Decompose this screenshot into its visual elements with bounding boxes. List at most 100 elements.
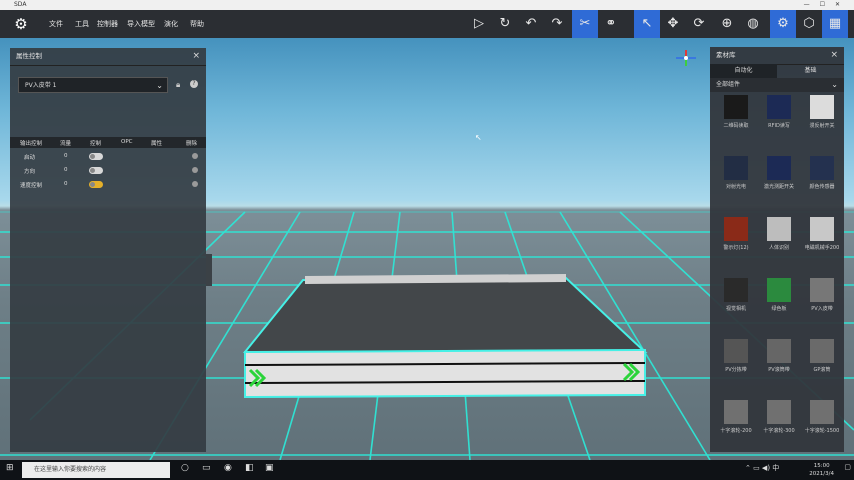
library-item-thumbnail xyxy=(810,400,834,424)
library-panel-header: 素材库 × xyxy=(710,47,844,65)
app-icon[interactable]: ◧ xyxy=(245,463,254,473)
target-icon[interactable]: ⊕ xyxy=(714,10,740,38)
library-item[interactable]: 人体识别 xyxy=(759,217,799,273)
cube-icon[interactable]: ⬡ xyxy=(796,10,822,38)
tray-icons[interactable]: ⌃ ▭ ◀) 中 xyxy=(745,463,779,473)
col-delete: 删除 xyxy=(186,141,198,147)
library-item[interactable]: 十字滚轮-200 xyxy=(716,400,756,452)
taskbar-search[interactable]: 在这里输入你要搜索的内容 xyxy=(22,462,170,478)
conveyor-model[interactable] xyxy=(242,274,648,399)
library-item[interactable]: PV入皮带 xyxy=(802,278,842,334)
chevron-down-icon: ⌄ xyxy=(831,80,838,89)
library-item-label: RFID读写 xyxy=(768,123,790,129)
window-controls[interactable]: —☐✕ xyxy=(804,0,850,10)
properties-panel-title: 属性控制 xyxy=(16,52,42,60)
library-item[interactable]: 十字滚轮-1500 xyxy=(802,400,842,452)
grid-icon[interactable]: ▦ xyxy=(822,10,848,38)
object-select-value: PV入皮带 1 xyxy=(25,82,57,89)
app-icon[interactable]: ◉ xyxy=(224,463,232,473)
close-icon[interactable]: ✕ xyxy=(835,1,850,8)
library-item[interactable]: PV滚筒带 xyxy=(759,339,799,395)
library-item[interactable]: 二维码读取 xyxy=(716,95,756,151)
library-item-label: 对射光电 xyxy=(725,184,746,190)
menu-file[interactable]: 文件 xyxy=(49,19,63,29)
io-table-header: 输出控制 流量 控制 OPC 属性 删除 xyxy=(10,137,206,148)
explorer-icon[interactable]: ▭ xyxy=(202,463,211,473)
library-item[interactable]: PV分拣带 xyxy=(716,339,756,395)
lock-icon[interactable]: 🔒︎ xyxy=(176,80,180,90)
menu-help[interactable]: 帮助 xyxy=(190,19,204,29)
library-item-label: 二维码读取 xyxy=(723,123,749,129)
windows-start-icon[interactable]: ⊞ xyxy=(6,463,14,473)
row-toggle[interactable] xyxy=(89,181,103,188)
category-select[interactable]: 全部组件 ⌄ xyxy=(710,78,844,92)
library-item[interactable]: 漫反射开关 xyxy=(802,95,842,151)
help-icon[interactable]: ? xyxy=(190,80,198,88)
library-item-thumbnail xyxy=(724,278,748,302)
delete-icon[interactable] xyxy=(192,153,198,159)
row-name: 方向 xyxy=(24,169,36,175)
library-item-thumbnail xyxy=(810,95,834,119)
library-item-thumbnail xyxy=(724,95,748,119)
library-item-label: 激光测距开关 xyxy=(763,184,794,190)
app-icon[interactable]: ▣ xyxy=(265,463,274,473)
redo-icon[interactable]: ↷ xyxy=(544,10,570,38)
pointer-icon[interactable]: ↖ xyxy=(634,10,660,38)
delete-icon[interactable] xyxy=(192,167,198,173)
library-item[interactable]: 视觉相机 xyxy=(716,278,756,334)
tab-basic[interactable]: 基础 xyxy=(777,64,844,78)
window-titlebar: SDA —☐✕ xyxy=(0,0,854,10)
undo-icon[interactable]: ↶ xyxy=(518,10,544,38)
binoculars-icon[interactable]: ⚭ xyxy=(598,10,624,38)
taskbar-clock[interactable]: 15:00 2021/3/4 xyxy=(809,462,834,478)
notification-icon[interactable]: ▢ xyxy=(844,463,851,471)
library-item[interactable]: GP滚筒 xyxy=(802,339,842,395)
library-item-label: GP滚筒 xyxy=(813,367,831,373)
library-item-thumbnail xyxy=(810,156,834,180)
library-item-label: 视觉相机 xyxy=(725,306,746,312)
rotate-icon[interactable]: ⟳ xyxy=(686,10,712,38)
close-icon[interactable]: × xyxy=(830,47,838,64)
scissors-icon[interactable]: ✂ xyxy=(572,10,598,38)
library-item[interactable]: 警示灯(12) xyxy=(716,217,756,273)
library-item[interactable]: 绿色板 xyxy=(759,278,799,334)
library-panel-title: 素材库 xyxy=(716,51,736,59)
object-select[interactable]: PV入皮带 1 ⌄ xyxy=(18,77,168,93)
menu-tools[interactable]: 工具 xyxy=(75,19,89,29)
library-item[interactable]: 对射光电 xyxy=(716,156,756,212)
library-item-label: PV入皮带 xyxy=(811,306,833,312)
panel-resize-handle[interactable] xyxy=(206,254,212,286)
globe-icon[interactable]: ◍ xyxy=(740,10,766,38)
menu-evolve[interactable]: 演化 xyxy=(164,19,178,29)
reset-icon[interactable]: ↻ xyxy=(492,10,518,38)
library-item-thumbnail xyxy=(767,278,791,302)
tab-automation[interactable]: 自动化 xyxy=(710,64,777,78)
col-control: 控制 xyxy=(90,141,102,147)
library-item[interactable]: 十字滚轮-300 xyxy=(759,400,799,452)
row-toggle[interactable] xyxy=(89,167,103,174)
close-icon[interactable]: × xyxy=(192,48,200,65)
library-item-thumbnail xyxy=(767,95,791,119)
library-item-label: PV滚筒带 xyxy=(768,367,790,373)
library-item[interactable]: 激光测距开关 xyxy=(759,156,799,212)
taskbar-search-placeholder: 在这里输入你要搜索的内容 xyxy=(34,466,107,473)
maximize-icon[interactable]: ☐ xyxy=(820,1,835,8)
library-item[interactable]: 电磁机械手200 xyxy=(802,217,842,273)
play-icon[interactable]: ▷ xyxy=(466,10,492,38)
library-item-label: 电磁机械手200 xyxy=(804,245,840,251)
menu-controller[interactable]: 控制器 xyxy=(97,19,118,29)
settings-icon[interactable]: ⚙ xyxy=(770,10,796,38)
move-icon[interactable]: ✥ xyxy=(660,10,686,38)
library-item[interactable]: 颜色传感器 xyxy=(802,156,842,212)
row-value: 0 xyxy=(64,181,68,187)
menu-import-model[interactable]: 导入模型 xyxy=(127,19,155,29)
minimize-icon[interactable]: — xyxy=(804,1,820,8)
row-toggle[interactable] xyxy=(89,153,103,160)
library-item-label: PV分拣带 xyxy=(725,367,747,373)
table-row: 方向 0 xyxy=(10,164,206,178)
task-view-icon[interactable]: ○ xyxy=(181,463,189,473)
delete-icon[interactable] xyxy=(192,181,198,187)
library-item-label: 绿色板 xyxy=(771,306,787,312)
library-item[interactable]: RFID读写 xyxy=(759,95,799,151)
axis-gizmo[interactable] xyxy=(676,50,696,66)
